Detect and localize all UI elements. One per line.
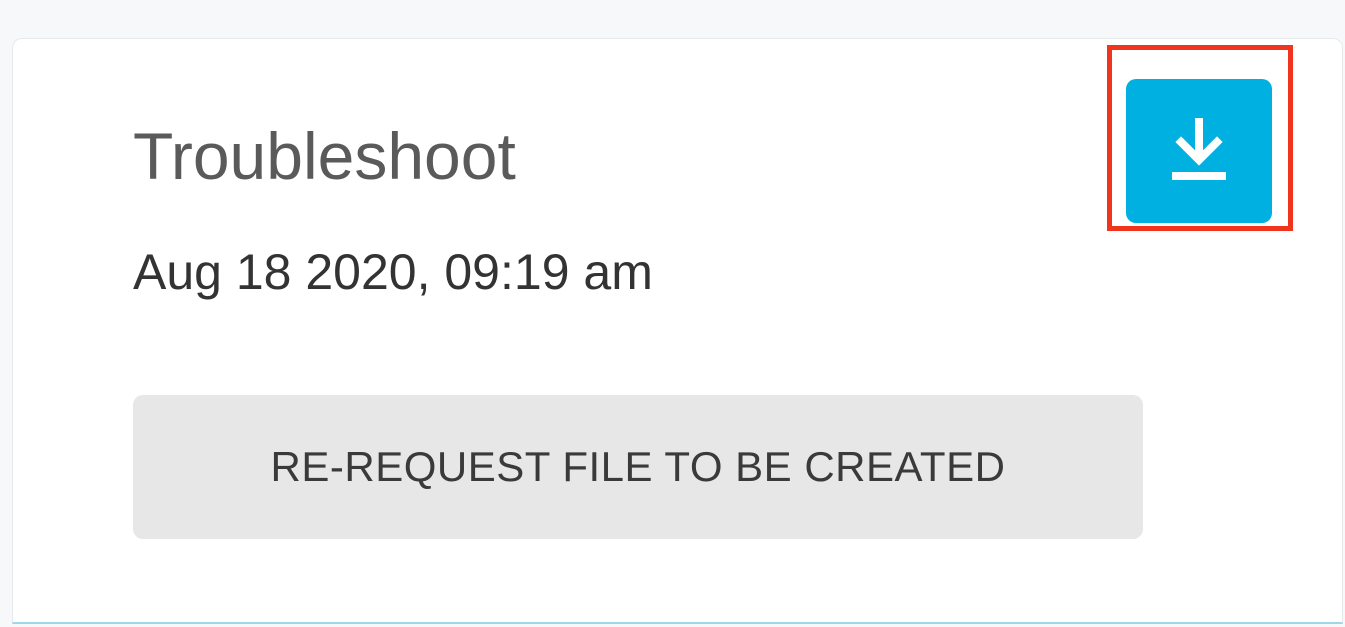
download-icon <box>1168 116 1230 186</box>
download-button[interactable] <box>1126 79 1272 223</box>
top-strip <box>0 0 1345 36</box>
card-title: Troubleshoot <box>133 119 516 193</box>
file-timestamp: Aug 18 2020, 09:19 am <box>133 244 653 300</box>
rerequest-file-button[interactable]: RE-REQUEST FILE TO BE CREATED <box>133 395 1143 539</box>
